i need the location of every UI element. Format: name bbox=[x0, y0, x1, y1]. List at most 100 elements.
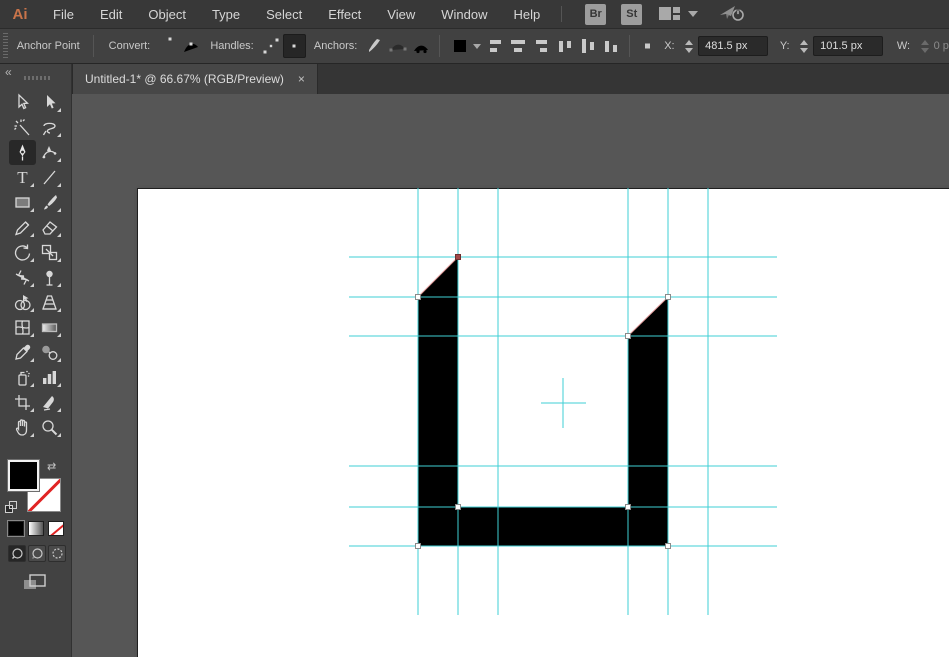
anchor-point[interactable] bbox=[626, 505, 631, 510]
pencil-tool[interactable] bbox=[9, 215, 36, 240]
blend-tool[interactable] bbox=[36, 340, 63, 365]
workspace-switcher-icon bbox=[658, 6, 681, 22]
selection-tool[interactable] bbox=[9, 90, 36, 115]
fill-swatch[interactable] bbox=[8, 460, 39, 491]
apply-gradient-button[interactable] bbox=[28, 521, 44, 536]
y-field[interactable]: 101.5 px bbox=[813, 36, 883, 56]
menu-file[interactable]: File bbox=[40, 0, 87, 29]
show-handles-icon bbox=[261, 36, 281, 56]
illustrator-logo: Ai bbox=[0, 6, 40, 23]
anchor-point[interactable] bbox=[626, 334, 631, 339]
share-launch-icon bbox=[718, 3, 746, 23]
scale-tool[interactable] bbox=[36, 240, 63, 265]
connect-path-icon bbox=[388, 36, 408, 56]
anchor-point[interactable] bbox=[416, 295, 421, 300]
align-right-button[interactable] bbox=[530, 34, 553, 58]
paintbrush-tool[interactable] bbox=[36, 190, 63, 215]
align-bottom-button[interactable] bbox=[599, 34, 622, 58]
x-stepper[interactable] bbox=[684, 40, 696, 53]
hide-handles-icon bbox=[284, 36, 304, 56]
hand-tool[interactable] bbox=[9, 415, 36, 440]
symbol-sprayer-tool[interactable] bbox=[9, 365, 36, 390]
svg-text:T: T bbox=[17, 168, 28, 187]
eraser-tool[interactable] bbox=[36, 215, 63, 240]
apply-none-button[interactable] bbox=[48, 521, 64, 536]
convert-label: Convert: bbox=[109, 40, 151, 52]
panel-grip-handle[interactable] bbox=[2, 33, 9, 59]
convert-to-corner-button[interactable] bbox=[156, 34, 179, 58]
anchor-point[interactable] bbox=[456, 505, 461, 510]
eyedropper-tool[interactable] bbox=[9, 340, 36, 365]
x-field[interactable]: 481.5 px bbox=[698, 36, 768, 56]
menu-bar: Ai File Edit Object Type Select Effect V… bbox=[0, 0, 949, 29]
curvature-tool[interactable] bbox=[36, 140, 63, 165]
menu-effect[interactable]: Effect bbox=[315, 0, 374, 29]
screen-mode-button[interactable] bbox=[22, 572, 48, 597]
apply-color-button[interactable] bbox=[8, 521, 24, 536]
column-graph-tool[interactable] bbox=[36, 365, 63, 390]
stock-button[interactable]: St bbox=[621, 4, 642, 25]
menu-window[interactable]: Window bbox=[428, 0, 500, 29]
convert-corner-icon bbox=[158, 36, 178, 56]
artboard-tool[interactable] bbox=[9, 390, 36, 415]
gradient-tool[interactable] bbox=[36, 315, 63, 340]
share-launch-button[interactable] bbox=[718, 3, 746, 26]
draw-behind-button[interactable] bbox=[28, 545, 46, 562]
draw-inside-button[interactable] bbox=[48, 545, 66, 562]
bridge-button[interactable]: Br bbox=[585, 4, 606, 25]
reference-point-locator[interactable] bbox=[637, 34, 660, 58]
default-fill-stroke-icon[interactable] bbox=[5, 501, 18, 514]
handles-label: Handles: bbox=[210, 40, 253, 52]
show-handles-button[interactable] bbox=[260, 34, 283, 58]
menu-view[interactable]: View bbox=[374, 0, 428, 29]
canvas-area[interactable] bbox=[72, 94, 949, 657]
mesh-tool[interactable] bbox=[9, 315, 36, 340]
close-icon[interactable]: × bbox=[298, 72, 305, 86]
drawing-modes bbox=[8, 545, 66, 562]
puppet-warp-tool[interactable] bbox=[36, 265, 63, 290]
control-bar-title: Anchor Point bbox=[17, 40, 80, 52]
pen-tool[interactable] bbox=[9, 140, 36, 165]
direct-selection-tool[interactable] bbox=[36, 90, 63, 115]
menu-select[interactable]: Select bbox=[253, 0, 315, 29]
magic-wand-tool[interactable] bbox=[9, 115, 36, 140]
align-center-horizontal-button[interactable] bbox=[507, 34, 530, 58]
swap-fill-stroke-icon[interactable]: ⇄ bbox=[47, 460, 56, 473]
align-middle-vertical-button[interactable] bbox=[576, 34, 599, 58]
hide-handles-button[interactable] bbox=[283, 34, 306, 58]
align-top-button[interactable] bbox=[553, 34, 576, 58]
width-tool[interactable] bbox=[9, 265, 36, 290]
remove-anchor-button[interactable] bbox=[363, 34, 386, 58]
menu-help[interactable]: Help bbox=[500, 0, 553, 29]
rotate-tool[interactable] bbox=[9, 240, 36, 265]
type-tool[interactable]: T bbox=[9, 165, 36, 190]
line-segment-tool[interactable] bbox=[36, 165, 63, 190]
shape-builder-tool[interactable] bbox=[9, 290, 36, 315]
workspace-switcher[interactable] bbox=[658, 6, 698, 22]
lasso-tool[interactable] bbox=[36, 115, 63, 140]
menu-edit[interactable]: Edit bbox=[87, 0, 135, 29]
tools-panel-grip[interactable] bbox=[24, 76, 50, 80]
cut-path-icon bbox=[411, 36, 431, 56]
pen-path-shape[interactable] bbox=[418, 257, 668, 546]
zoom-tool[interactable] bbox=[36, 415, 63, 440]
anchor-point[interactable] bbox=[666, 295, 671, 300]
control-bar: Anchor Point Convert: Handles: Anchors: bbox=[0, 29, 949, 64]
collapse-panel-icon[interactable]: « bbox=[5, 65, 11, 79]
cut-path-button[interactable] bbox=[409, 34, 432, 58]
align-left-button[interactable] bbox=[484, 34, 507, 58]
y-stepper[interactable] bbox=[799, 40, 811, 53]
menu-type[interactable]: Type bbox=[199, 0, 253, 29]
anchor-point-selected[interactable] bbox=[456, 255, 461, 260]
perspective-grid-tool[interactable] bbox=[36, 290, 63, 315]
connect-path-button[interactable] bbox=[386, 34, 409, 58]
convert-to-smooth-button[interactable] bbox=[179, 34, 202, 58]
rectangle-tool[interactable] bbox=[9, 190, 36, 215]
anchor-point[interactable] bbox=[416, 544, 421, 549]
align-to-selection-dropdown[interactable] bbox=[447, 34, 483, 58]
menu-object[interactable]: Object bbox=[135, 0, 199, 29]
anchor-point[interactable] bbox=[666, 544, 671, 549]
slice-tool[interactable] bbox=[36, 390, 63, 415]
document-tab[interactable]: Untitled-1* @ 66.67% (RGB/Preview) × bbox=[72, 64, 318, 94]
draw-normal-button[interactable] bbox=[8, 545, 26, 562]
